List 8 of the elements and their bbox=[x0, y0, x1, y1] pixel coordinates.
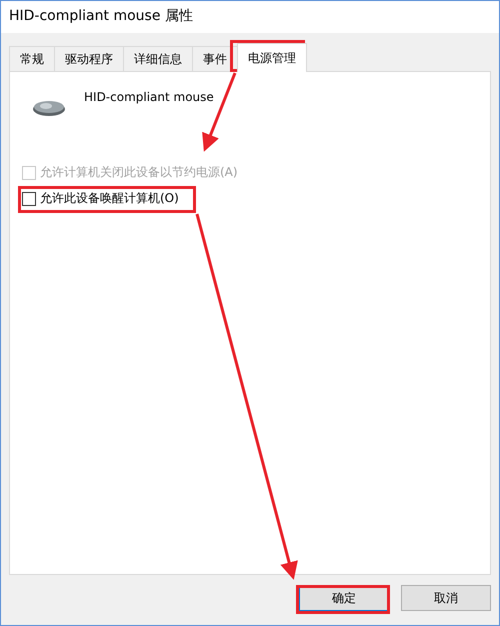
mouse-icon bbox=[32, 98, 66, 118]
tab[interactable]: 电源管理 bbox=[237, 43, 307, 72]
window-title: HID-compliant mouse 属性 bbox=[1, 1, 499, 33]
checkbox-label[interactable]: 允许此设备唤醒计算机(O) bbox=[40, 190, 179, 207]
dialog-button[interactable]: 取消 bbox=[401, 585, 491, 611]
tab[interactable]: 常规 bbox=[9, 46, 55, 71]
checkbox[interactable] bbox=[22, 192, 36, 206]
device-name: HID-compliant mouse bbox=[84, 90, 214, 104]
